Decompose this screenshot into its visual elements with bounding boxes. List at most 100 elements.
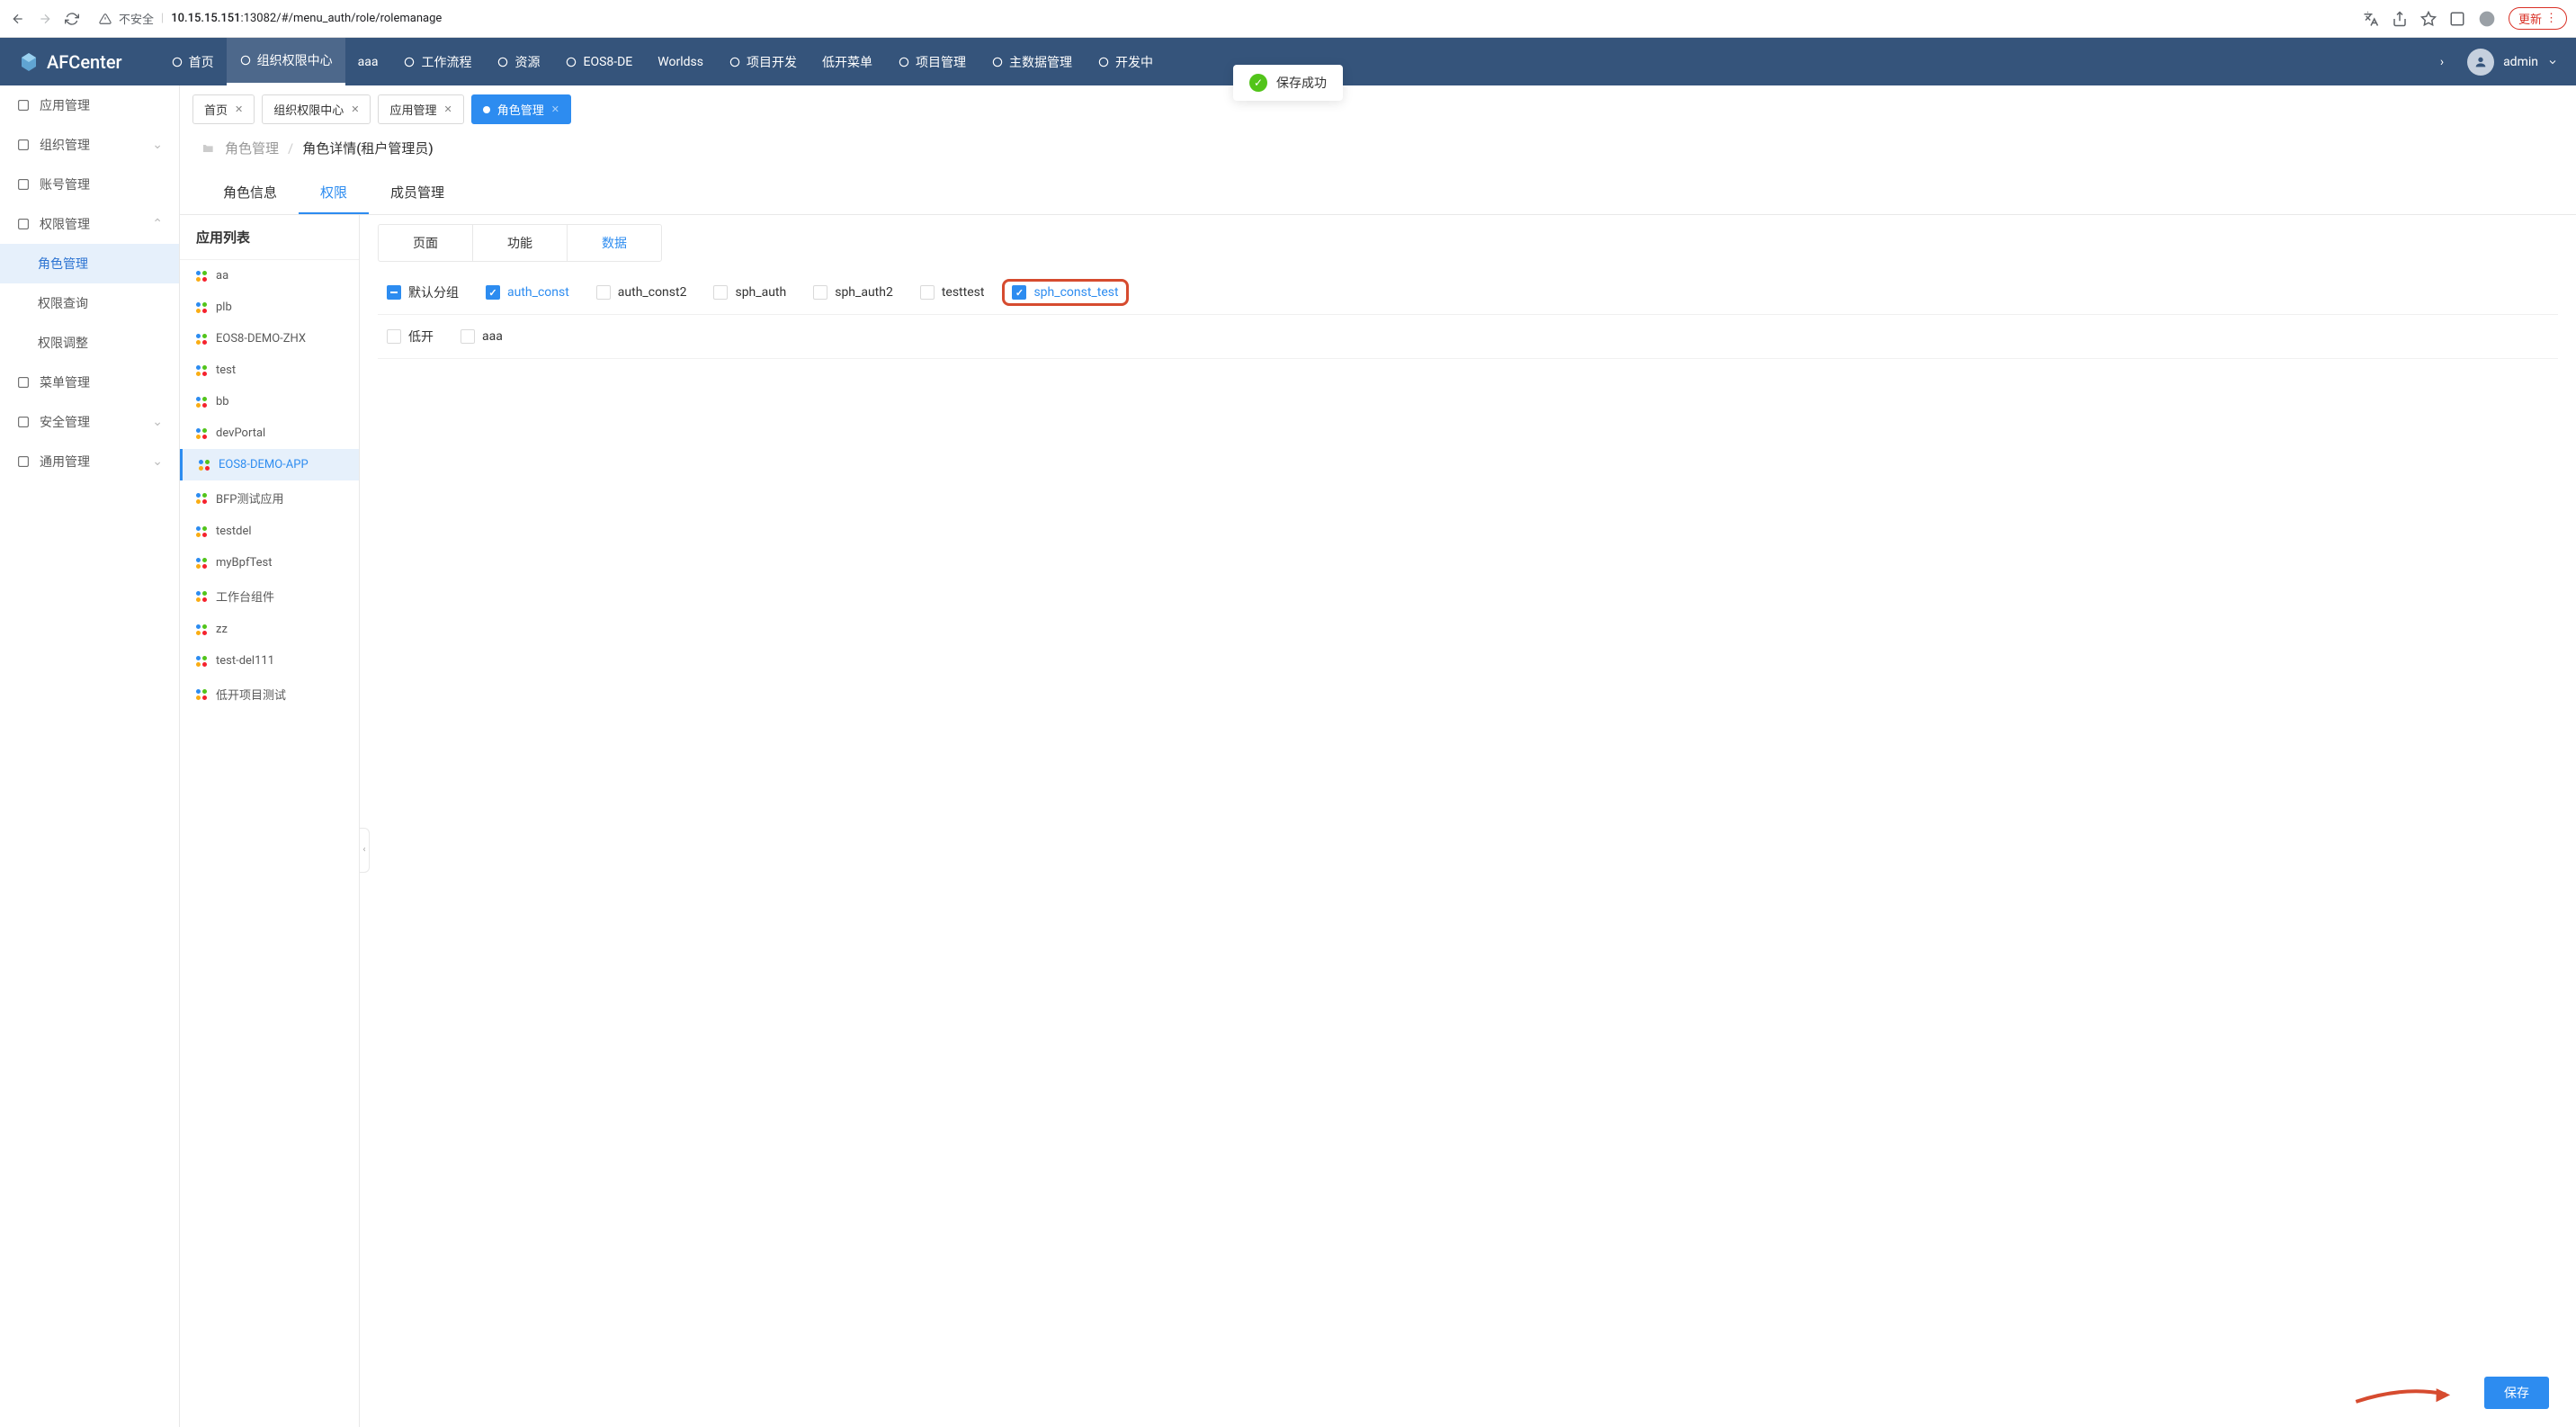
app-list-item[interactable]: bb xyxy=(180,386,359,417)
close-icon[interactable]: ✕ xyxy=(351,103,359,115)
breadcrumb-icon xyxy=(201,141,216,156)
app-list-item[interactable]: devPortal xyxy=(180,417,359,449)
checkbox[interactable] xyxy=(596,285,611,300)
user-area[interactable]: admin xyxy=(2467,49,2558,76)
top-nav-item[interactable]: aaa xyxy=(345,38,391,85)
app-list-item[interactable]: test xyxy=(180,355,359,386)
insecure-label: 不安全 xyxy=(119,10,154,27)
collapse-handle[interactable]: ‹ xyxy=(359,828,370,873)
active-dot-icon xyxy=(483,106,490,113)
checkbox[interactable] xyxy=(813,285,827,300)
detail-tab[interactable]: 角色信息 xyxy=(201,172,299,214)
checkbox[interactable] xyxy=(920,285,935,300)
app-list-item[interactable]: EOS8-DEMO-ZHX xyxy=(180,323,359,355)
checkbox[interactable] xyxy=(461,329,475,344)
group-checkbox[interactable]: 低开 xyxy=(387,328,434,346)
permission-panel: 页面功能数据 默认分组 auth_const auth_const2 sph_auth… xyxy=(360,215,2576,1427)
top-nav-item[interactable]: 项目管理 xyxy=(885,38,979,85)
app-icon xyxy=(196,558,207,569)
app-list-item[interactable]: myBpfTest xyxy=(180,547,359,579)
close-icon[interactable]: ✕ xyxy=(235,103,243,115)
app-list-item[interactable]: testdel xyxy=(180,516,359,547)
checkbox[interactable] xyxy=(1012,285,1026,300)
app-list-item[interactable]: EOS8-DEMO-APP xyxy=(180,449,359,480)
perm-checkbox[interactable]: aaa xyxy=(461,329,503,344)
top-nav-item[interactable]: 组织权限中心 xyxy=(227,38,345,85)
key-icon xyxy=(16,217,31,231)
group-checkbox[interactable]: 默认分组 xyxy=(387,283,459,301)
checkbox[interactable] xyxy=(486,285,500,300)
page-tab[interactable]: 应用管理✕ xyxy=(378,94,463,124)
perm-type-tab[interactable]: 功能 xyxy=(473,225,568,261)
checkbox[interactable] xyxy=(387,285,401,300)
top-nav-item[interactable]: EOS8-DE xyxy=(552,38,645,85)
star-icon[interactable] xyxy=(2420,11,2437,27)
breadcrumb-parent[interactable]: 角色管理 xyxy=(225,139,279,157)
perm-checkbox[interactable]: sph_auth xyxy=(713,285,786,300)
perm-type-tab[interactable]: 页面 xyxy=(379,225,473,261)
close-icon[interactable]: ✕ xyxy=(443,103,452,115)
app-list-item[interactable]: 工作台组件 xyxy=(180,579,359,614)
app-list-item[interactable]: test-del111 xyxy=(180,645,359,677)
top-nav-item[interactable]: 资源 xyxy=(484,38,552,85)
top-nav-item[interactable]: 主数据管理 xyxy=(979,38,1085,85)
flow-icon xyxy=(403,56,416,68)
share-icon[interactable] xyxy=(2392,11,2408,27)
perm-checkbox[interactable]: sph_auth2 xyxy=(813,285,893,300)
top-nav-item[interactable]: 低开菜单 xyxy=(809,38,885,85)
app-icon xyxy=(196,271,207,282)
detail-tab[interactable]: 成员管理 xyxy=(369,172,466,214)
sidebar-sub-item[interactable]: 权限调整 xyxy=(0,323,179,363)
app-icon xyxy=(196,397,207,408)
back-icon[interactable] xyxy=(9,10,27,28)
permission-row: 低开 aaa xyxy=(378,315,2558,359)
update-button[interactable]: 更新⋮ xyxy=(2509,7,2567,30)
nav-scroll-right[interactable]: › xyxy=(2435,55,2449,69)
perm-checkbox[interactable]: testtest xyxy=(920,285,985,300)
logo[interactable]: AFCenter xyxy=(18,51,122,73)
page-tab[interactable]: 角色管理✕ xyxy=(471,94,571,124)
app-list-item[interactable]: 低开项目测试 xyxy=(180,677,359,712)
sidebar-item[interactable]: 账号管理 xyxy=(0,165,179,204)
sidebar-item[interactable]: 菜单管理 xyxy=(0,363,179,402)
sidebar-item[interactable]: 权限管理⌃ xyxy=(0,204,179,244)
top-nav-item[interactable]: 开发中 xyxy=(1085,38,1166,85)
detail-tab[interactable]: 权限 xyxy=(299,172,369,214)
page-tab[interactable]: 组织权限中心✕ xyxy=(262,94,371,124)
diamond-icon xyxy=(729,56,741,68)
page-tab[interactable]: 首页✕ xyxy=(192,94,255,124)
app-list-item[interactable]: BFP测试应用 xyxy=(180,480,359,516)
sidebar-item[interactable]: 应用管理 xyxy=(0,85,179,125)
reload-icon[interactable] xyxy=(63,10,81,28)
gear-icon xyxy=(16,454,31,469)
perm-checkbox[interactable]: auth_const2 xyxy=(596,285,687,300)
sidebar-sub-item[interactable]: 权限查询 xyxy=(0,283,179,323)
app-list-item[interactable]: aa xyxy=(180,260,359,292)
sidebar-item[interactable]: 组织管理⌄ xyxy=(0,125,179,165)
permission-type-tabs: 页面功能数据 xyxy=(378,224,662,262)
perm-type-tab[interactable]: 数据 xyxy=(568,225,661,261)
app-list-item[interactable]: plb xyxy=(180,292,359,323)
logo-icon xyxy=(18,51,40,73)
chevron-down-icon: ⌄ xyxy=(152,138,163,152)
close-icon[interactable]: ✕ xyxy=(551,103,559,115)
sidebar-item[interactable]: 安全管理⌄ xyxy=(0,402,179,442)
translate-icon[interactable] xyxy=(2363,11,2379,27)
forward-icon[interactable] xyxy=(36,10,54,28)
save-button[interactable]: 保存 xyxy=(2484,1377,2549,1409)
top-nav-item[interactable]: Worldss xyxy=(645,38,716,85)
top-nav-item[interactable]: 首页 xyxy=(158,38,227,85)
extensions-icon[interactable] xyxy=(2449,11,2465,27)
url-bar[interactable]: 不安全 | 10.15.15.151:13082/#/menu_auth/rol… xyxy=(90,10,2354,27)
sidebar-sub-item[interactable]: 角色管理 xyxy=(0,244,179,283)
checkbox[interactable] xyxy=(713,285,728,300)
checkbox[interactable] xyxy=(387,329,401,344)
app-list-item[interactable]: zz xyxy=(180,614,359,645)
profile-icon[interactable] xyxy=(2478,10,2496,28)
user-name: admin xyxy=(2503,55,2538,69)
top-nav-item[interactable]: 项目开发 xyxy=(716,38,809,85)
perm-checkbox[interactable]: auth_const xyxy=(486,285,569,300)
top-nav-item[interactable]: 工作流程 xyxy=(390,38,484,85)
perm-checkbox[interactable]: sph_const_test xyxy=(1012,285,1118,300)
sidebar-item[interactable]: 通用管理⌄ xyxy=(0,442,179,481)
